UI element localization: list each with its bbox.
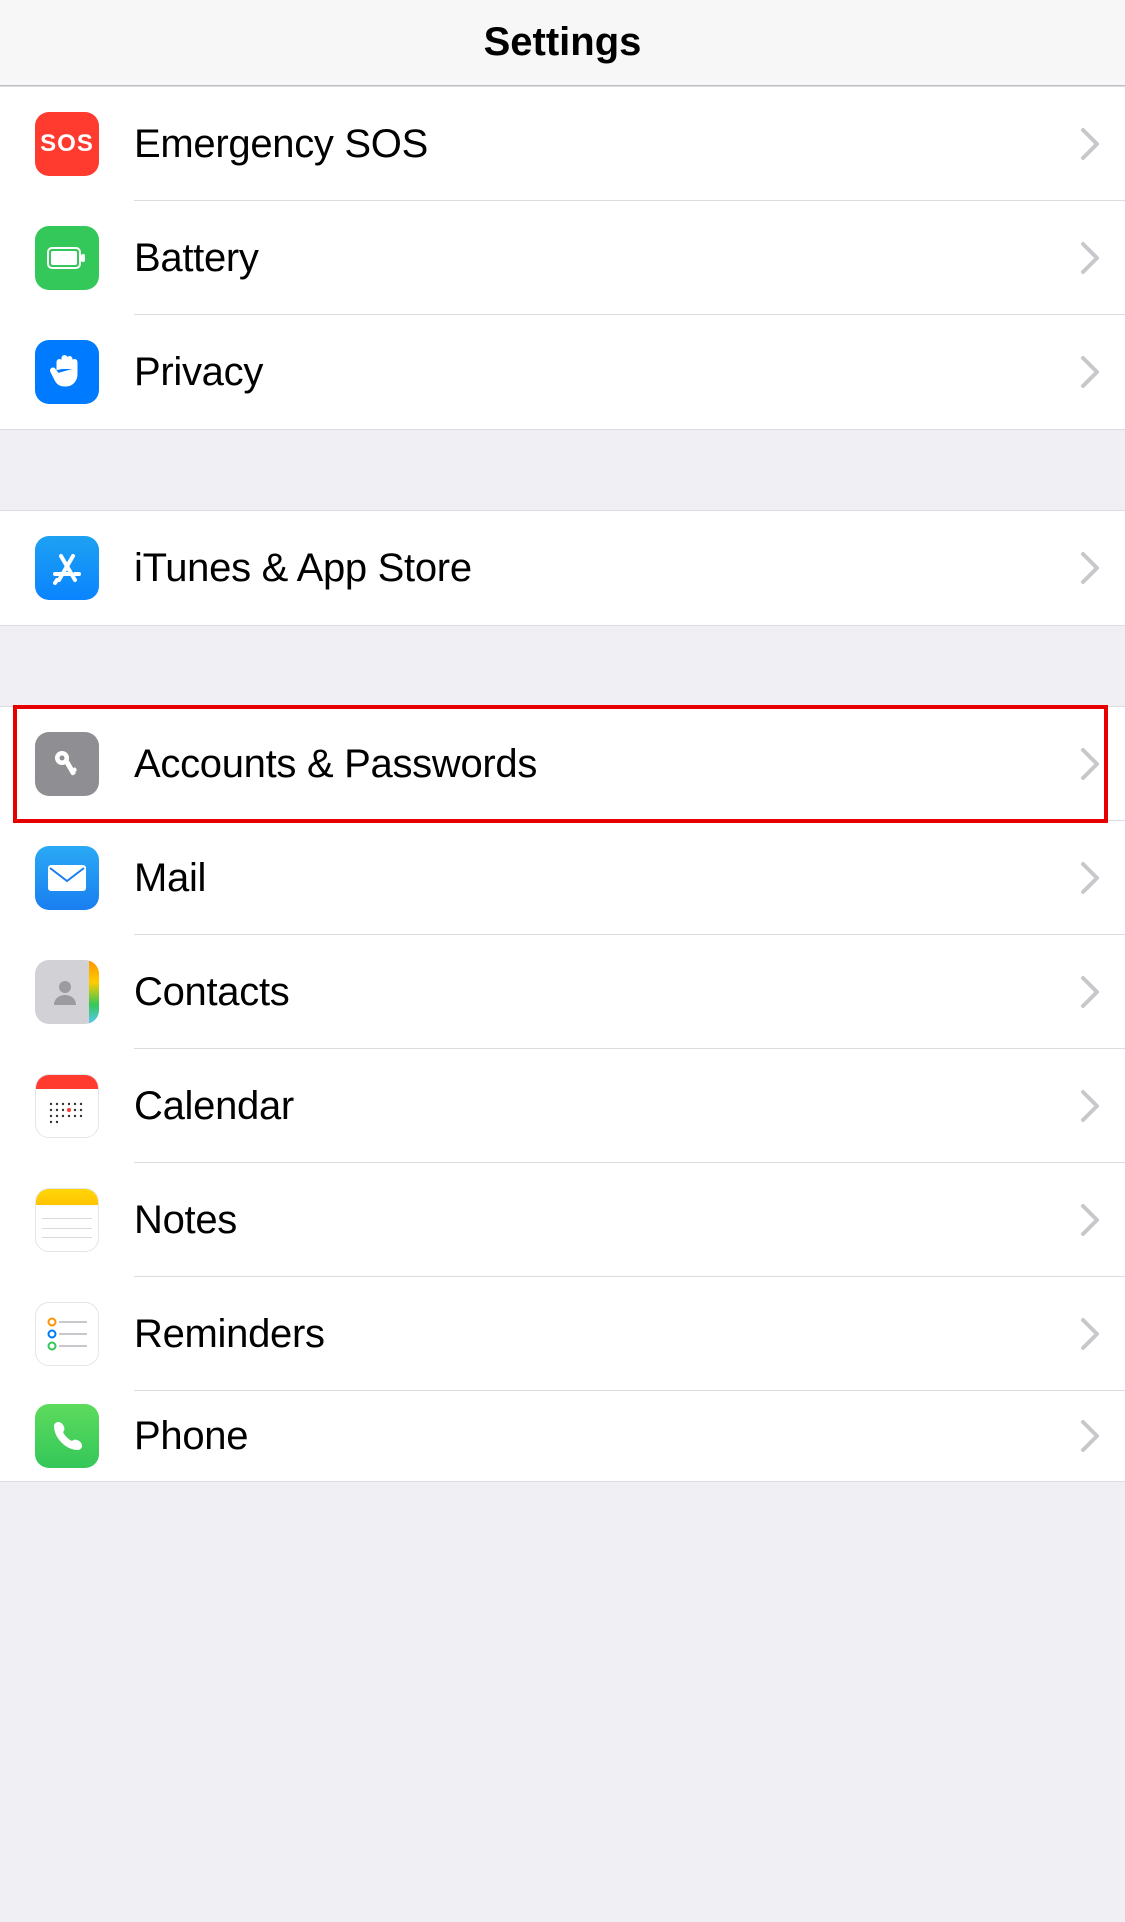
- chevron-right-icon: [1080, 1203, 1100, 1237]
- phone-icon: [35, 1404, 99, 1468]
- chevron-right-icon: [1080, 861, 1100, 895]
- calendar-icon: [35, 1074, 99, 1138]
- row-label: Battery: [134, 236, 259, 281]
- section-gap: [0, 626, 1125, 706]
- row-label: Reminders: [134, 1312, 325, 1357]
- row-label: Notes: [134, 1198, 237, 1243]
- row-reminders[interactable]: Reminders: [0, 1277, 1125, 1391]
- chevron-right-icon: [1080, 1317, 1100, 1351]
- page-title: Settings: [484, 20, 642, 65]
- settings-section-1: SOS Emergency SOS Battery Privacy: [0, 86, 1125, 430]
- row-battery[interactable]: Battery: [0, 201, 1125, 315]
- chevron-right-icon: [1080, 1089, 1100, 1123]
- row-label: Phone: [134, 1414, 248, 1459]
- row-privacy[interactable]: Privacy: [0, 315, 1125, 429]
- chevron-right-icon: [1080, 355, 1100, 389]
- row-notes[interactable]: Notes: [0, 1163, 1125, 1277]
- chevron-right-icon: [1080, 241, 1100, 275]
- row-label: Accounts & Passwords: [134, 742, 537, 787]
- chevron-right-icon: [1080, 127, 1100, 161]
- battery-icon: [35, 226, 99, 290]
- row-mail[interactable]: Mail: [0, 821, 1125, 935]
- appstore-icon: [35, 536, 99, 600]
- row-calendar[interactable]: Calendar: [0, 1049, 1125, 1163]
- reminders-icon: [35, 1302, 99, 1366]
- row-label: iTunes & App Store: [134, 546, 472, 591]
- mail-icon: [35, 846, 99, 910]
- row-accounts-passwords[interactable]: Accounts & Passwords: [0, 707, 1125, 821]
- row-phone[interactable]: Phone: [0, 1391, 1125, 1481]
- settings-section-2: iTunes & App Store: [0, 510, 1125, 626]
- contacts-icon: [35, 960, 99, 1024]
- notes-icon: [35, 1188, 99, 1252]
- row-label: Contacts: [134, 970, 289, 1015]
- settings-section-3: Accounts & Passwords Mail Contacts: [0, 706, 1125, 1482]
- row-label: Privacy: [134, 350, 263, 395]
- key-icon: [35, 732, 99, 796]
- row-emergency-sos[interactable]: SOS Emergency SOS: [0, 87, 1125, 201]
- chevron-right-icon: [1080, 747, 1100, 781]
- sos-icon: SOS: [35, 112, 99, 176]
- row-label: Calendar: [134, 1084, 294, 1129]
- row-contacts[interactable]: Contacts: [0, 935, 1125, 1049]
- section-gap: [0, 430, 1125, 510]
- chevron-right-icon: [1080, 975, 1100, 1009]
- header: Settings: [0, 0, 1125, 86]
- chevron-right-icon: [1080, 551, 1100, 585]
- hand-icon: [35, 340, 99, 404]
- chevron-right-icon: [1080, 1419, 1100, 1453]
- row-itunes-appstore[interactable]: iTunes & App Store: [0, 511, 1125, 625]
- row-label: Emergency SOS: [134, 122, 428, 167]
- row-label: Mail: [134, 856, 206, 901]
